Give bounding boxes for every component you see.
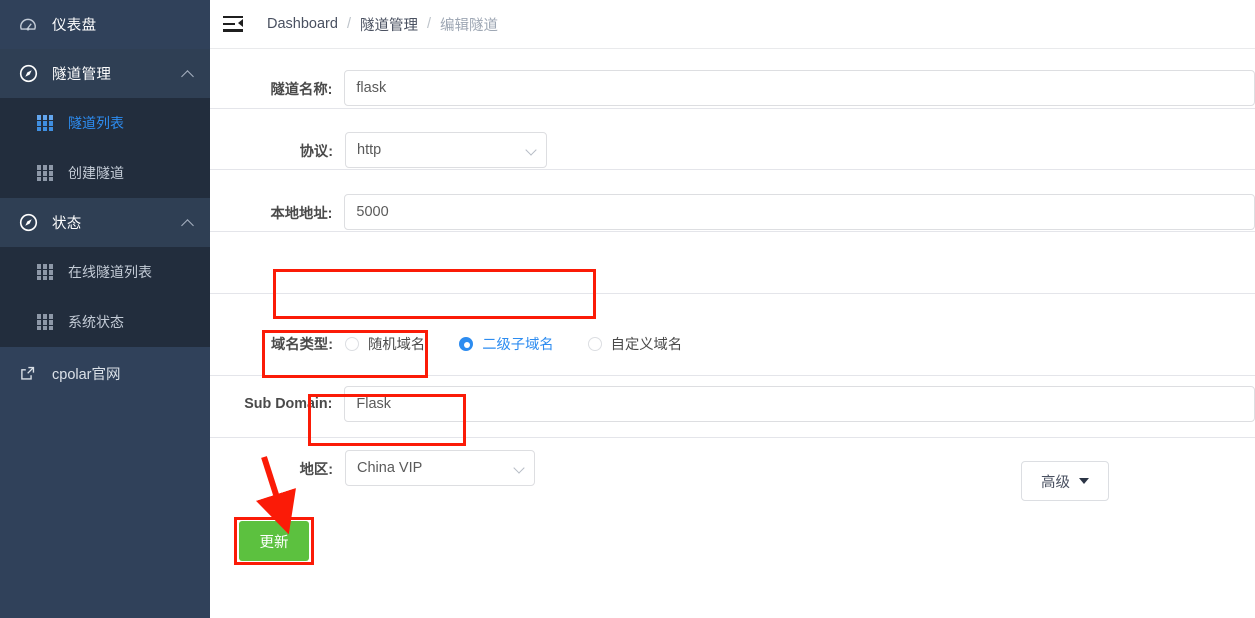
annotation-box-domain-type <box>273 269 596 319</box>
form-divider <box>210 375 1255 376</box>
table-icon <box>36 114 54 132</box>
chevron-up-icon <box>181 69 194 83</box>
sidebar-item-label: 仪表盘 <box>52 18 97 34</box>
region-select[interactable]: China VIP <box>345 450 535 486</box>
table-icon <box>36 313 54 331</box>
breadcrumb-item-dashboard[interactable]: Dashboard <box>267 16 338 32</box>
menu-bar <box>223 22 235 25</box>
sidebar-group-label: 状态 <box>52 216 82 232</box>
sidebar-submenu-tunnel-management: 隧道列表 创建隧道 <box>0 98 210 198</box>
table-icon <box>36 263 54 281</box>
form-divider <box>210 231 1255 232</box>
breadcrumb: Dashboard / 隧道管理 / 编辑隧道 <box>267 14 498 35</box>
domain-type-radio-group: 随机域名 二级子域名 自定义域名 <box>345 333 716 354</box>
sidebar-item-label: 系统状态 <box>68 314 124 330</box>
chevron-down-icon <box>513 462 525 474</box>
local-address-input[interactable]: 5000 <box>344 194 1255 230</box>
breadcrumb-separator: / <box>346 16 351 32</box>
sidebar-group-tunnel-management[interactable]: 隧道管理 <box>0 49 210 98</box>
region-label: 地区: <box>299 461 333 478</box>
menu-fold-icon[interactable] <box>223 16 243 32</box>
field-row-tunnel-name: 隧道名称: flask <box>210 70 1255 106</box>
radio-dot <box>587 336 602 351</box>
sidebar: 仪表盘 隧道管理 隧道列表 创建隧道 状态 在线隧道列表 系统状态 cpolar… <box>0 0 210 618</box>
radio-label: 随机域名 <box>368 337 426 353</box>
sidebar-item-label: 在线隧道列表 <box>68 264 152 280</box>
menu-bar <box>223 29 243 32</box>
radio-subdomain[interactable]: 二级子域名 <box>459 333 554 354</box>
sidebar-item-dashboard[interactable]: 仪表盘 <box>0 0 210 49</box>
app-root: 仪表盘 隧道管理 隧道列表 创建隧道 状态 在线隧道列表 系统状态 cpolar… <box>0 0 1255 618</box>
tunnel-name-input[interactable]: flask <box>344 70 1255 106</box>
breadcrumb-item-edit-tunnel: 编辑隧道 <box>440 17 498 34</box>
local-address-label: 本地地址: <box>270 205 333 222</box>
radio-dot <box>459 336 474 351</box>
submit-button[interactable]: 更新 <box>239 521 309 561</box>
form-divider <box>210 108 1255 109</box>
field-row-protocol: 协议: http <box>210 132 1255 168</box>
submit-button-label: 更新 <box>259 534 289 551</box>
field-row-domain-type: 域名类型: 随机域名 二级子域名 自定义域名 <box>210 333 1255 354</box>
form-divider <box>210 437 1255 438</box>
region-value: China VIP <box>357 460 423 476</box>
table-icon <box>36 164 54 182</box>
form-divider <box>210 293 1255 294</box>
field-row-sub-domain: Sub Domain: Flask <box>210 386 1255 422</box>
sidebar-item-label: 隧道列表 <box>68 115 124 131</box>
sidebar-submenu-status: 在线隧道列表 系统状态 <box>0 247 210 347</box>
sidebar-item-label: cpolar官网 <box>52 366 121 383</box>
form-divider <box>210 169 1255 170</box>
protocol-label: 协议: <box>299 143 333 160</box>
sidebar-item-online-tunnel-list[interactable]: 在线隧道列表 <box>0 247 210 297</box>
topbar: Dashboard / 隧道管理 / 编辑隧道 <box>210 0 1255 49</box>
tunnel-name-label: 隧道名称: <box>270 81 333 98</box>
external-link-icon <box>18 364 36 382</box>
protocol-value: http <box>357 142 382 158</box>
radio-dot <box>345 336 359 351</box>
sidebar-item-create-tunnel[interactable]: 创建隧道 <box>0 148 210 198</box>
sidebar-item-system-status[interactable]: 系统状态 <box>0 297 210 347</box>
collapse-arrow <box>238 19 243 28</box>
sub-domain-label: Sub Domain: <box>244 396 333 412</box>
sidebar-item-label: 创建隧道 <box>68 165 124 181</box>
compass-icon <box>18 213 38 233</box>
caret-down-icon <box>1079 478 1089 484</box>
protocol-select[interactable]: http <box>345 132 547 168</box>
compass-icon <box>18 64 38 84</box>
advanced-button-label: 高级 <box>1041 474 1070 491</box>
sidebar-group-status[interactable]: 状态 <box>0 198 210 247</box>
radio-random-domain[interactable]: 随机域名 <box>345 333 425 354</box>
sidebar-item-cpolar-website[interactable]: cpolar官网 <box>0 347 210 399</box>
edit-tunnel-form: 隧道名称: flask 协议: http 本地地址: 5000 域名类型: 随机… <box>210 49 1255 618</box>
field-row-local-address: 本地地址: 5000 <box>210 194 1255 230</box>
radio-label: 二级子域名 <box>482 337 554 353</box>
sidebar-group-label: 隧道管理 <box>52 67 112 83</box>
radio-label: 自定义域名 <box>610 337 683 353</box>
sidebar-item-tunnel-list[interactable]: 隧道列表 <box>0 98 210 148</box>
main-area: Dashboard / 隧道管理 / 编辑隧道 隧道名称: flask 协议: … <box>210 0 1255 618</box>
chevron-down-icon <box>525 144 537 156</box>
domain-type-label: 域名类型: <box>271 337 333 353</box>
breadcrumb-separator: / <box>426 16 431 32</box>
breadcrumb-item-tunnel-management[interactable]: 隧道管理 <box>360 14 418 35</box>
chevron-up-icon <box>181 218 194 232</box>
menu-bar <box>223 16 243 19</box>
dashboard-icon <box>18 15 38 35</box>
advanced-button[interactable]: 高级 <box>1021 461 1109 501</box>
sub-domain-input[interactable]: Flask <box>344 386 1255 422</box>
radio-custom-domain[interactable]: 自定义域名 <box>587 333 683 354</box>
